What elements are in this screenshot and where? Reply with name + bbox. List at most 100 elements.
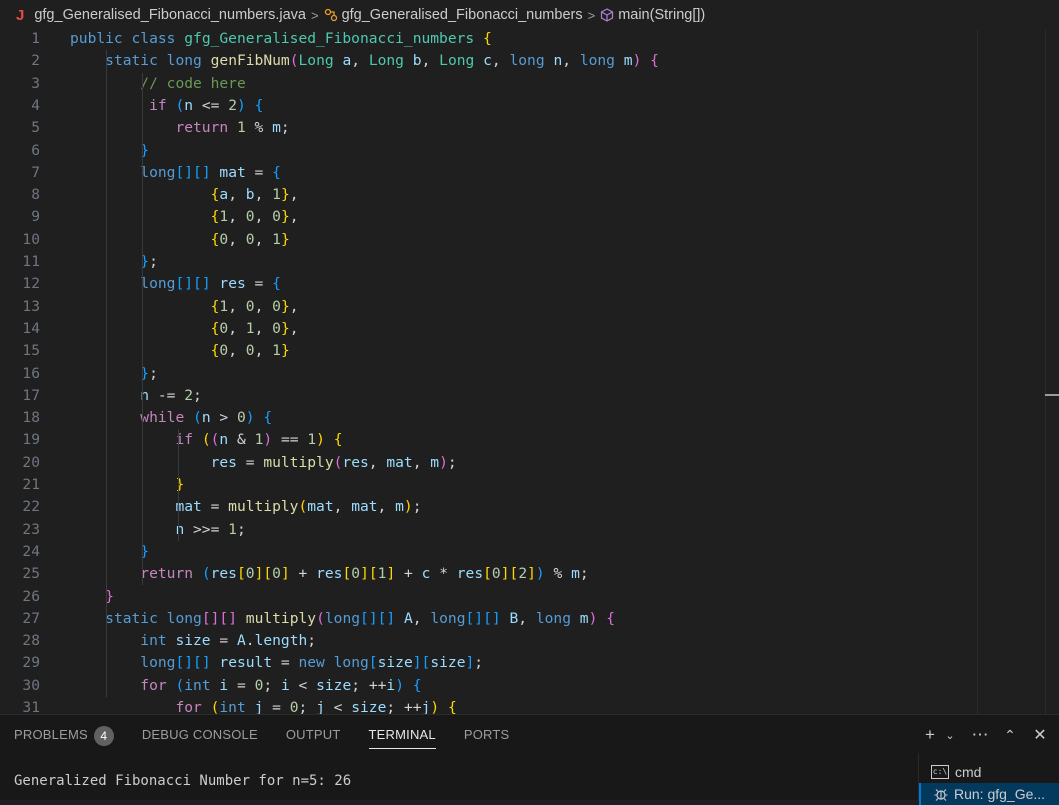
code-token: , [228, 297, 246, 315]
code-token: 1 [272, 342, 281, 360]
close-panel-icon[interactable]: ✕ [1031, 725, 1049, 745]
code-token: , [491, 52, 510, 70]
chevron-down-icon[interactable]: ⌄ [941, 729, 959, 742]
code-token: ) [245, 409, 255, 427]
code-token: { [650, 52, 659, 70]
code-line: 31 for (int j = 0; j < size; ++j) { [0, 697, 1040, 714]
code-token: , [518, 609, 536, 627]
code-token: ) [535, 565, 545, 583]
code-token: 0 [351, 565, 361, 583]
code-line: 9 {1, 0, 0}, [0, 206, 1040, 228]
code-token: } [280, 297, 290, 315]
line-number: 26 [22, 587, 40, 605]
tab-debug-console[interactable]: DEBUG CONSOLE [142, 715, 258, 755]
line-number: 18 [22, 409, 40, 427]
code-token: long [140, 163, 176, 181]
code-token: } [280, 319, 290, 337]
code-token: ( [193, 409, 202, 427]
line-number: 5 [31, 119, 40, 137]
breadcrumb-method[interactable]: main(String[]) [618, 7, 705, 23]
code-token: { [412, 676, 422, 694]
code-token: > [210, 409, 237, 427]
code-token: [] [377, 609, 396, 627]
code-line: 13 {1, 0, 0}, [0, 296, 1040, 318]
new-terminal-plus-icon[interactable]: + [921, 725, 939, 745]
code-token: 1 [307, 431, 317, 449]
code-editor[interactable]: 1 public class gfg_Generalised_Fibonacci_… [0, 30, 1059, 714]
code-token: A [236, 632, 246, 650]
code-text: while (n > 0) { [70, 407, 272, 429]
code-token: <= [193, 96, 229, 114]
code-token: [ [509, 565, 519, 583]
code-text: {0, 0, 1} [70, 229, 290, 251]
code-line: 22 mat = multiply(mat, mat, m); [0, 496, 1040, 518]
code-token: 1 [219, 297, 229, 315]
code-token: { [272, 275, 281, 293]
terminal-output[interactable]: Generalized Fibonacci Number for n=5: 26 [14, 773, 351, 789]
code-text: if (n <= 2) { [70, 95, 263, 117]
breadcrumb-file[interactable]: gfg_Generalised_Fibonacci_numbers.java [34, 7, 306, 23]
code-token: genFibNum [210, 52, 290, 70]
code-token: ) [237, 96, 246, 114]
code-token: ) [439, 453, 448, 471]
code-token: , [254, 297, 273, 315]
code-token: + [395, 565, 422, 583]
code-text: public class gfg_Generalised_Fibonacci_n… [70, 30, 492, 50]
code-token: 1 [245, 319, 255, 337]
code-token: ; ++ [351, 676, 387, 694]
code-token: = [245, 163, 273, 181]
chevron-right-icon: > [587, 7, 596, 23]
code-text: n -= 2; [70, 385, 202, 407]
code-token: long [430, 609, 466, 627]
code-token: m [623, 52, 633, 70]
code-token: , [333, 498, 352, 516]
code-token: for [175, 699, 202, 714]
code-token: 2 [518, 565, 528, 583]
code-line: 21 } [0, 474, 1040, 496]
code-token: m [395, 498, 404, 516]
breadcrumb-class[interactable]: gfg_Generalised_Fibonacci_numbers [342, 7, 583, 23]
more-actions-icon[interactable]: ⋯ [971, 725, 989, 745]
code-token: [ [368, 654, 378, 672]
line-number: 27 [22, 609, 40, 627]
code-token: 1 [219, 208, 229, 226]
line-number: 3 [31, 74, 40, 92]
code-line: 19 if ((n & 1) == 1) { [0, 429, 1040, 451]
terminal-item-cmd[interactable]: c:\ cmd [931, 761, 981, 783]
code-token: , [228, 186, 246, 204]
code-text: {1, 0, 0}, [70, 206, 299, 228]
code-text: } [70, 140, 149, 162]
code-token: { [263, 409, 273, 427]
terminal-item-run[interactable]: Run: gfg_Ge... [919, 783, 1059, 805]
code-token: res [210, 453, 237, 471]
tab-problems[interactable]: PROBLEMS 4 [14, 715, 114, 755]
maximize-panel-icon[interactable]: ⌃ [1001, 727, 1019, 744]
overview-ruler[interactable] [1045, 30, 1059, 714]
code-text: static long genFibNum(Long a, Long b, Lo… [70, 50, 659, 72]
tab-label: TERMINAL [368, 727, 436, 742]
code-token: ( [175, 96, 185, 114]
code-token: ; [298, 699, 317, 714]
code-line: 1 public class gfg_Generalised_Fibonacci_… [0, 30, 1040, 50]
code-text: for (int j = 0; j < size; ++j) { [70, 697, 456, 714]
tab-output[interactable]: OUTPUT [286, 715, 341, 755]
code-token: ] [465, 654, 475, 672]
code-text: } [70, 586, 114, 608]
code-token: ( [316, 609, 325, 627]
code-token: ) [430, 699, 440, 714]
code-text: long[][] mat = { [70, 162, 281, 184]
tab-terminal[interactable]: TERMINAL [368, 715, 437, 755]
code-text: } [70, 474, 184, 496]
line-number: 20 [22, 453, 40, 471]
code-token: , [377, 498, 396, 516]
tab-ports[interactable]: PORTS [464, 715, 510, 755]
code-token: A [403, 609, 413, 627]
